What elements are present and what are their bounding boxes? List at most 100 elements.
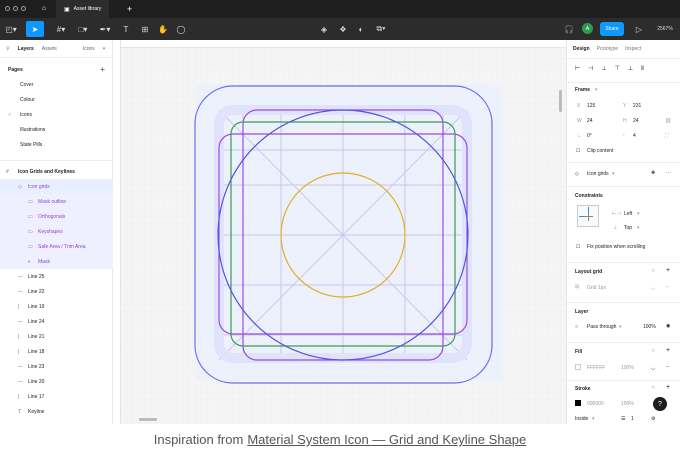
chevron-down-icon[interactable]: ▾	[619, 324, 622, 330]
chevron-down-icon[interactable]: ▾	[637, 225, 640, 231]
chevron-down-icon[interactable]: ▾	[595, 87, 598, 93]
avatar[interactable]: A	[582, 23, 593, 34]
layer-item[interactable]: | Line 18	[0, 344, 113, 359]
main-menu-icon[interactable]: ◰▾	[2, 21, 20, 37]
add-stroke-icon[interactable]: +	[666, 384, 670, 391]
maximize-dot-icon[interactable]	[21, 6, 26, 11]
home-icon[interactable]: ⌂	[42, 5, 46, 12]
component-name[interactable]: Icon grids	[587, 171, 609, 177]
more-icon[interactable]: ⋯	[666, 170, 671, 176]
boolean-icon[interactable]: ⧉▾	[372, 21, 390, 37]
chevron-down-icon[interactable]: ▾	[612, 171, 615, 177]
rotation-field[interactable]: 0°	[587, 133, 592, 139]
add-fill-icon[interactable]: +	[666, 347, 670, 354]
add-grid-icon[interactable]: +	[666, 267, 670, 274]
text-tool-icon[interactable]: T	[117, 21, 135, 37]
remove-fill-icon[interactable]: −	[666, 364, 669, 370]
layer-item[interactable]: ◇ Icon grids	[0, 179, 113, 194]
independent-corners-icon[interactable]: ⛶	[665, 133, 669, 139]
fill-hex[interactable]: FFFFFF	[587, 365, 605, 371]
chevron-down-icon[interactable]: ▾	[592, 416, 595, 422]
stroke-settings-icon[interactable]: ⚙	[651, 416, 655, 422]
clip-checkbox[interactable]: ☐	[576, 148, 580, 154]
stroke-swatch[interactable]	[575, 400, 581, 406]
blend-mode[interactable]: Pass through	[587, 324, 616, 330]
go-to-main-icon[interactable]: ✥	[651, 170, 655, 176]
share-button[interactable]: Share	[600, 22, 624, 36]
layer-item[interactable]: ― Line 22	[0, 284, 113, 299]
comment-tool-icon[interactable]: ◯	[172, 21, 190, 37]
page-item[interactable]: ✓ Icons	[0, 107, 113, 122]
canvas-scrollbar[interactable]	[139, 418, 157, 421]
layer-item[interactable]: ― Line 23	[0, 359, 113, 374]
eye-hidden-icon[interactable]: ◡	[651, 285, 655, 291]
grid-value[interactable]: Grid 1px	[587, 285, 606, 291]
tab-assets[interactable]: Assets	[42, 46, 57, 52]
x-field[interactable]: 125	[587, 103, 595, 109]
tab-design[interactable]: Design	[573, 46, 590, 52]
pen-tool-icon[interactable]: ✒▾	[96, 21, 114, 37]
tab-icons[interactable]: Icons	[83, 46, 95, 52]
search-icon[interactable]: ⚲	[6, 46, 10, 52]
stroke-hex[interactable]: 000000	[587, 401, 604, 407]
page-item[interactable]: Colour	[0, 92, 113, 107]
layer-item[interactable]: ― Line 24	[0, 314, 113, 329]
layer-item[interactable]: ▭ Orthogonals	[0, 209, 113, 224]
tab-inspect[interactable]: Inspect	[625, 46, 641, 52]
layer-item[interactable]: T Keyline	[0, 404, 113, 419]
height-field[interactable]: 24	[633, 118, 639, 124]
caption-link[interactable]: Material System Icon — Grid and Keyline …	[247, 432, 526, 447]
chevron-down-icon[interactable]: ▾	[637, 211, 640, 217]
layer-group-row[interactable]: # Icon Grids and Keylines	[0, 164, 113, 179]
layer-item[interactable]: ▭ Mask outline	[0, 194, 113, 209]
grid-styles-icon[interactable]: ⁘	[651, 268, 655, 274]
window-controls[interactable]	[5, 6, 26, 11]
canvas-vscrollbar[interactable]	[559, 90, 562, 112]
page-item[interactable]: State Pills	[0, 137, 113, 152]
add-page-icon[interactable]: +	[100, 65, 105, 74]
close-dot-icon[interactable]	[5, 6, 10, 11]
layer-item[interactable]: ▭ Safe Area / Trim Area	[0, 239, 113, 254]
layer-item[interactable]: ▭ Keyshapes	[0, 224, 113, 239]
page-item[interactable]: Illustrations	[0, 122, 113, 137]
stroke-styles-icon[interactable]: ⁘	[651, 385, 655, 391]
zoom-level[interactable]: 2567%	[652, 21, 678, 37]
resources-icon[interactable]: ⊞	[136, 21, 154, 37]
stroke-weight[interactable]: 1	[631, 416, 634, 422]
file-tab[interactable]: ▣ Asset library	[56, 0, 110, 18]
hand-tool-icon[interactable]: ✋	[154, 21, 172, 37]
stroke-opacity[interactable]: 100%	[621, 401, 634, 407]
layer-opacity[interactable]: 100%	[643, 324, 656, 330]
layer-item[interactable]: ◐ Mask	[0, 254, 113, 269]
fill-opacity[interactable]: 100%	[621, 365, 634, 371]
layer-item[interactable]: | Line 17	[0, 389, 113, 404]
tab-layers[interactable]: Layers	[18, 46, 34, 52]
fill-visibility-icon[interactable]: ◡	[651, 365, 655, 371]
fill-swatch[interactable]	[575, 364, 581, 370]
width-field[interactable]: 24	[587, 118, 593, 124]
mask-icon[interactable]: ◐	[352, 21, 370, 37]
layer-item[interactable]: ― Line 20	[0, 374, 113, 389]
horizontal-constraint[interactable]: Left	[624, 211, 632, 217]
present-icon[interactable]: ▷	[630, 21, 648, 37]
radius-field[interactable]: 4	[633, 133, 636, 139]
layer-item[interactable]: | Line 19	[0, 299, 113, 314]
canvas[interactable]	[113, 40, 566, 424]
align-icons[interactable]: ⊢⊣⊥⊤⊥⦀	[575, 65, 652, 73]
shape-tool-icon[interactable]: □▾	[74, 21, 92, 37]
help-icon[interactable]: ?	[653, 397, 667, 411]
page-item[interactable]: Cover	[0, 77, 113, 92]
remove-grid-icon[interactable]: −	[666, 284, 669, 290]
frame-tool-icon[interactable]: #▾	[52, 21, 70, 37]
fix-position-checkbox[interactable]: ☐	[576, 244, 580, 250]
eye-icon[interactable]: ◉	[666, 323, 670, 329]
new-tab-icon[interactable]: +	[127, 4, 132, 14]
fill-styles-icon[interactable]: ⁘	[651, 348, 655, 354]
layer-item[interactable]: | Line 21	[0, 329, 113, 344]
component-icon[interactable]: ◈	[315, 21, 333, 37]
constrain-proportions-icon[interactable]: ⛓	[665, 118, 671, 124]
y-field[interactable]: 231	[633, 103, 641, 109]
headphones-icon[interactable]: 🎧	[560, 21, 578, 37]
stroke-position[interactable]: Inside	[575, 416, 588, 422]
tab-prototype[interactable]: Prototype	[597, 46, 618, 52]
